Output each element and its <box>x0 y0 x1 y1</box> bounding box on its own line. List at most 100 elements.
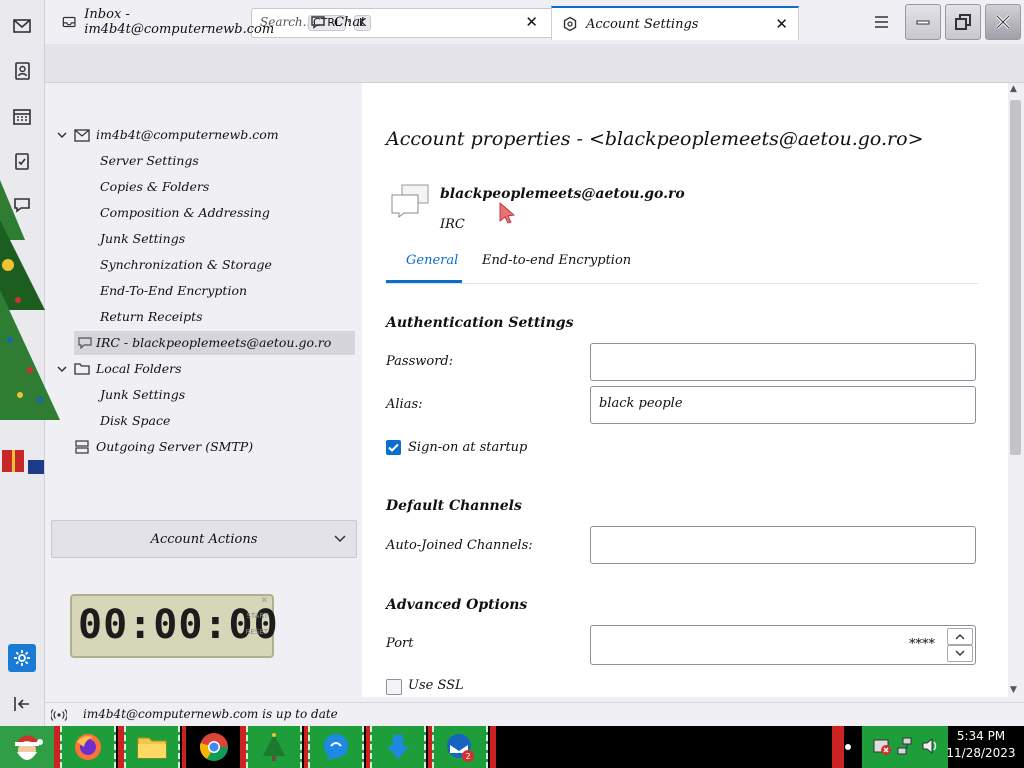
auth-section-heading: Authentication Settings <box>386 315 574 331</box>
tray-separator <box>832 726 844 768</box>
checkmark-icon <box>388 443 399 452</box>
tree-item-synchronization[interactable]: Synchronization & Storage <box>100 257 272 272</box>
system-clock[interactable]: 5:34 PM 11/28/2023 <box>944 728 1018 762</box>
taskbar-downloader[interactable] <box>370 726 426 768</box>
firefox-icon <box>75 734 101 760</box>
autojoin-label: Auto-Joined Channels: <box>386 538 533 553</box>
clock-close-icon[interactable]: ✕ <box>260 596 268 606</box>
restore-button[interactable] <box>945 4 981 40</box>
tree-item-e2e-encryption[interactable]: End-To-End Encryption <box>100 283 247 298</box>
alias-field[interactable]: black people <box>590 386 976 424</box>
christmas-tree-decoration-icon <box>0 180 60 474</box>
signon-checkbox[interactable] <box>386 440 401 455</box>
tree-local-disk-space[interactable]: Disk Space <box>100 413 170 428</box>
password-field[interactable] <box>590 343 976 381</box>
port-stepper[interactable]: **** <box>590 625 976 665</box>
scroll-down-icon[interactable]: ▼ <box>1010 685 1017 695</box>
clock-reset-label[interactable]: RESET <box>246 628 268 636</box>
taskbar-xmas-tree[interactable] <box>246 726 302 768</box>
taskbar-chat[interactable] <box>308 726 364 768</box>
tab-account-settings-label: Account Settings <box>586 16 699 32</box>
tree-account-irc-label: IRC - blackpeoplemeets@aetou.go.ro <box>96 335 332 350</box>
tree-item-junk-settings[interactable]: Junk Settings <box>100 231 185 246</box>
taskbar-file-explorer[interactable] <box>124 726 180 768</box>
clock-start-label[interactable]: START <box>246 612 268 620</box>
close-tab-settings-icon[interactable]: ✕ <box>775 15 788 33</box>
scroll-up-icon[interactable]: ▲ <box>1010 84 1017 94</box>
app-menu-icon[interactable] <box>874 15 889 29</box>
taskbar-separator <box>490 726 496 768</box>
tree-item-composition[interactable]: Composition & Addressing <box>100 205 270 220</box>
tree-local-folders[interactable]: Local Folders <box>96 361 182 376</box>
tab-account-settings[interactable]: Account Settings ✕ <box>551 6 799 40</box>
collapse-toolbar-icon[interactable] <box>8 690 36 718</box>
volume-icon[interactable] <box>920 736 940 756</box>
tab-divider <box>386 283 978 284</box>
unread-badge: 2 <box>465 752 470 761</box>
tab-inbox[interactable]: Inbox - im4b4t@computernewb.com <box>52 6 298 38</box>
thunderbird-icon: 2 <box>447 734 474 762</box>
tree-item-server-settings[interactable]: Server Settings <box>100 153 199 168</box>
chevron-down-icon <box>334 535 346 543</box>
clock-date: 11/28/2023 <box>946 746 1016 760</box>
channels-section-heading: Default Channels <box>386 498 522 514</box>
taskbar-thunderbird[interactable]: 2 <box>432 726 488 768</box>
chevron-down-icon[interactable] <box>57 364 67 374</box>
chrome-icon <box>199 733 228 761</box>
taskbar-chrome[interactable] <box>186 726 242 768</box>
port-value: **** <box>909 637 935 652</box>
tab-chat-label: Chat <box>334 14 366 30</box>
page-title: Account properties - <blackpeoplemeets@a… <box>386 128 924 150</box>
start-button[interactable] <box>0 726 54 768</box>
clock-digits: 00:00:00 <box>78 602 279 648</box>
status-text: im4b4t@computernewb.com is up to date <box>83 707 338 721</box>
taskbar-firefox[interactable] <box>60 726 116 768</box>
santa-start-icon <box>15 735 43 760</box>
autojoin-field[interactable] <box>590 526 976 564</box>
christmas-tree-icon <box>263 733 285 761</box>
port-label: Port <box>386 636 414 651</box>
scrollbar-thumb[interactable] <box>1010 100 1021 455</box>
tree-local-junk-settings[interactable]: Junk Settings <box>100 387 185 402</box>
alias-value: black people <box>599 396 683 411</box>
close-icon <box>995 14 1011 30</box>
address-book-icon[interactable] <box>8 57 36 85</box>
chevron-down-icon[interactable] <box>57 130 67 140</box>
tree-outgoing-server[interactable]: Outgoing Server (SMTP) <box>96 439 253 454</box>
close-window-button[interactable] <box>985 4 1021 40</box>
clock-time: 5:34 PM <box>956 729 1006 743</box>
tasks-icon[interactable] <box>8 147 36 175</box>
tab-chat[interactable]: Chat ✕ <box>300 6 548 38</box>
ssl-label[interactable]: Use SSL <box>408 678 464 693</box>
settings-gear-icon[interactable] <box>8 644 36 672</box>
network-icon[interactable] <box>896 736 916 756</box>
irc-account-icon <box>78 337 92 349</box>
calendar-icon[interactable] <box>8 102 36 130</box>
minimize-button[interactable] <box>905 4 941 40</box>
tree-account-mail[interactable]: im4b4t@computernewb.com <box>96 127 279 142</box>
ssl-checkbox[interactable] <box>386 679 402 695</box>
identity-name: blackpeoplemeets@aetou.go.ro <box>440 186 685 202</box>
account-actions-button[interactable]: Account Actions <box>51 520 357 558</box>
advanced-section-heading: Advanced Options <box>386 597 528 613</box>
network-error-icon[interactable] <box>872 736 892 756</box>
tray-dot-icon <box>845 744 851 750</box>
close-tab-chat-icon[interactable]: ✕ <box>525 13 538 31</box>
clock-widget[interactable]: 00:00:00 START RESET ✕ <box>70 594 278 658</box>
tree-item-return-receipts[interactable]: Return Receipts <box>100 309 203 324</box>
chevron-down-icon <box>955 650 965 656</box>
tab-e2e-encryption[interactable]: End-to-end Encryption <box>482 253 631 268</box>
port-decrement-button[interactable] <box>947 645 973 662</box>
port-increment-button[interactable] <box>947 628 973 645</box>
tree-account-irc[interactable]: IRC - blackpeoplemeets@aetou.go.ro <box>74 331 355 355</box>
download-icon <box>387 735 409 759</box>
online-status-icon[interactable] <box>51 708 67 722</box>
status-bar: im4b4t@computernewb.com is up to date <box>45 702 1024 727</box>
mail-account-icon <box>74 129 90 142</box>
tree-item-copies-folders[interactable]: Copies & Folders <box>100 179 209 194</box>
inbox-icon <box>62 16 76 28</box>
mail-icon[interactable] <box>8 12 36 40</box>
minimize-icon <box>916 20 930 25</box>
tab-general[interactable]: General <box>406 253 458 268</box>
signon-label[interactable]: Sign-on at startup <box>408 440 527 455</box>
